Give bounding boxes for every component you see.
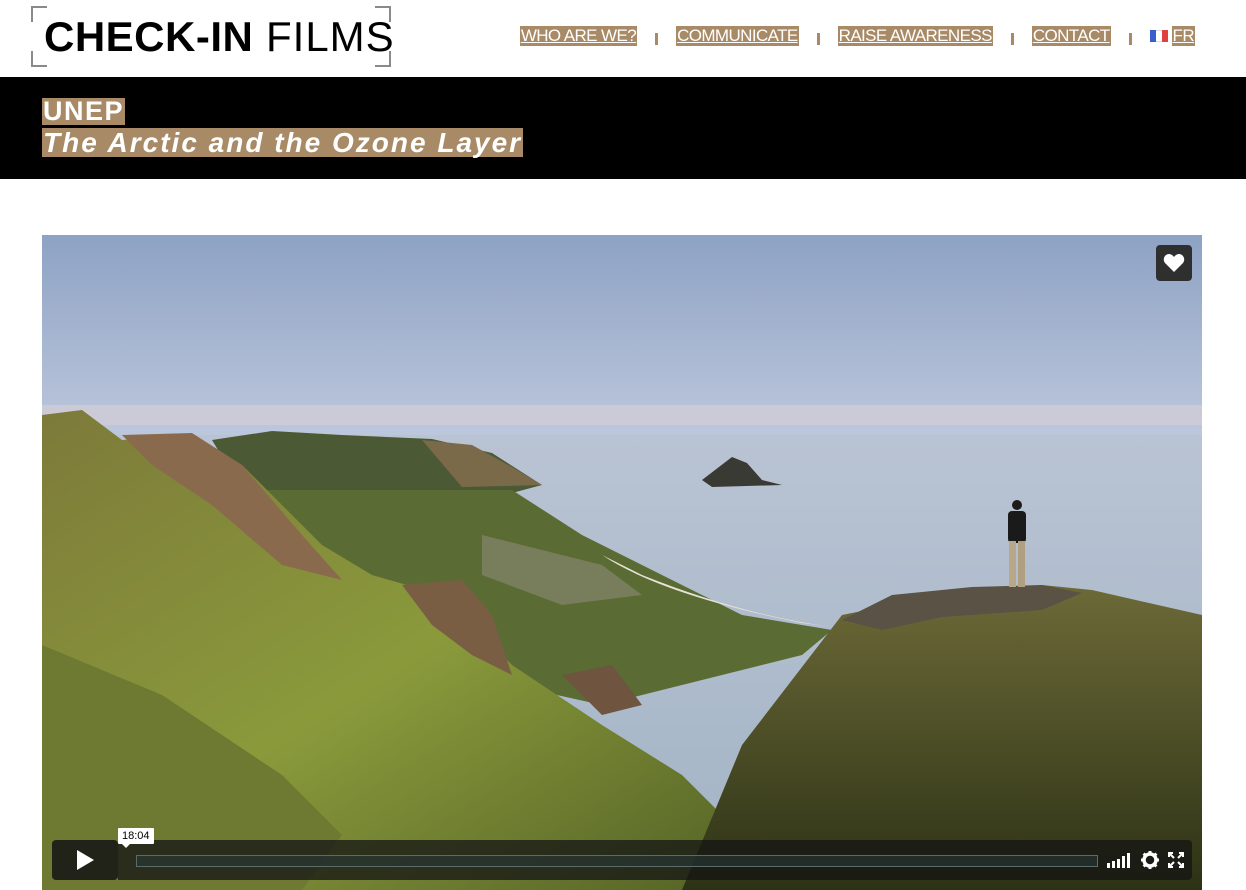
nav-separator xyxy=(816,33,820,45)
site-header: CHECK-IN FILMS WHO ARE WE? COMMUNICATE R… xyxy=(0,0,1246,77)
logo-light-text: FILMS xyxy=(253,13,395,60)
nav-contact[interactable]: CONTACT xyxy=(1031,26,1111,46)
language-fr-link[interactable]: FR xyxy=(1171,26,1195,46)
video-frame-landscape xyxy=(42,235,1202,890)
french-flag-icon xyxy=(1149,30,1168,42)
like-button[interactable] xyxy=(1156,245,1192,281)
nav-who-are-we[interactable]: WHO ARE WE? xyxy=(519,26,638,46)
nav-communicate[interactable]: COMMUNICATE xyxy=(676,26,799,46)
nav-separator xyxy=(1128,33,1132,45)
play-icon xyxy=(77,850,94,870)
title-band: UNEP The Arctic and the Ozone Layer xyxy=(0,77,1246,179)
nav-raise-awareness[interactable]: RAISE AWARENESS xyxy=(837,26,993,46)
video-controls: 18:04 xyxy=(52,828,1192,880)
play-button[interactable] xyxy=(52,840,118,880)
heart-icon xyxy=(1163,254,1185,272)
main-nav: WHO ARE WE? COMMUNICATE RAISE AWARENESS … xyxy=(519,25,1195,47)
gear-icon[interactable] xyxy=(1141,851,1159,869)
language-switch[interactable]: FR xyxy=(1149,26,1195,46)
logo-wordmark: CHECK-IN FILMS xyxy=(44,16,395,58)
logo-bold-text: CHECK-IN xyxy=(44,13,254,60)
timecode-tooltip: 18:04 xyxy=(118,828,154,848)
fullscreen-icon[interactable] xyxy=(1168,852,1184,868)
progress-bar[interactable] xyxy=(136,855,1098,867)
nav-separator xyxy=(655,33,659,45)
video-player[interactable]: 18:04 xyxy=(42,235,1202,890)
nav-separator xyxy=(1010,33,1014,45)
volume-icon[interactable] xyxy=(1107,852,1131,868)
check-in-films-logo[interactable]: CHECK-IN FILMS xyxy=(31,6,394,67)
client-name: UNEP xyxy=(42,96,126,126)
film-title: The Arctic and the Ozone Layer xyxy=(42,127,524,158)
